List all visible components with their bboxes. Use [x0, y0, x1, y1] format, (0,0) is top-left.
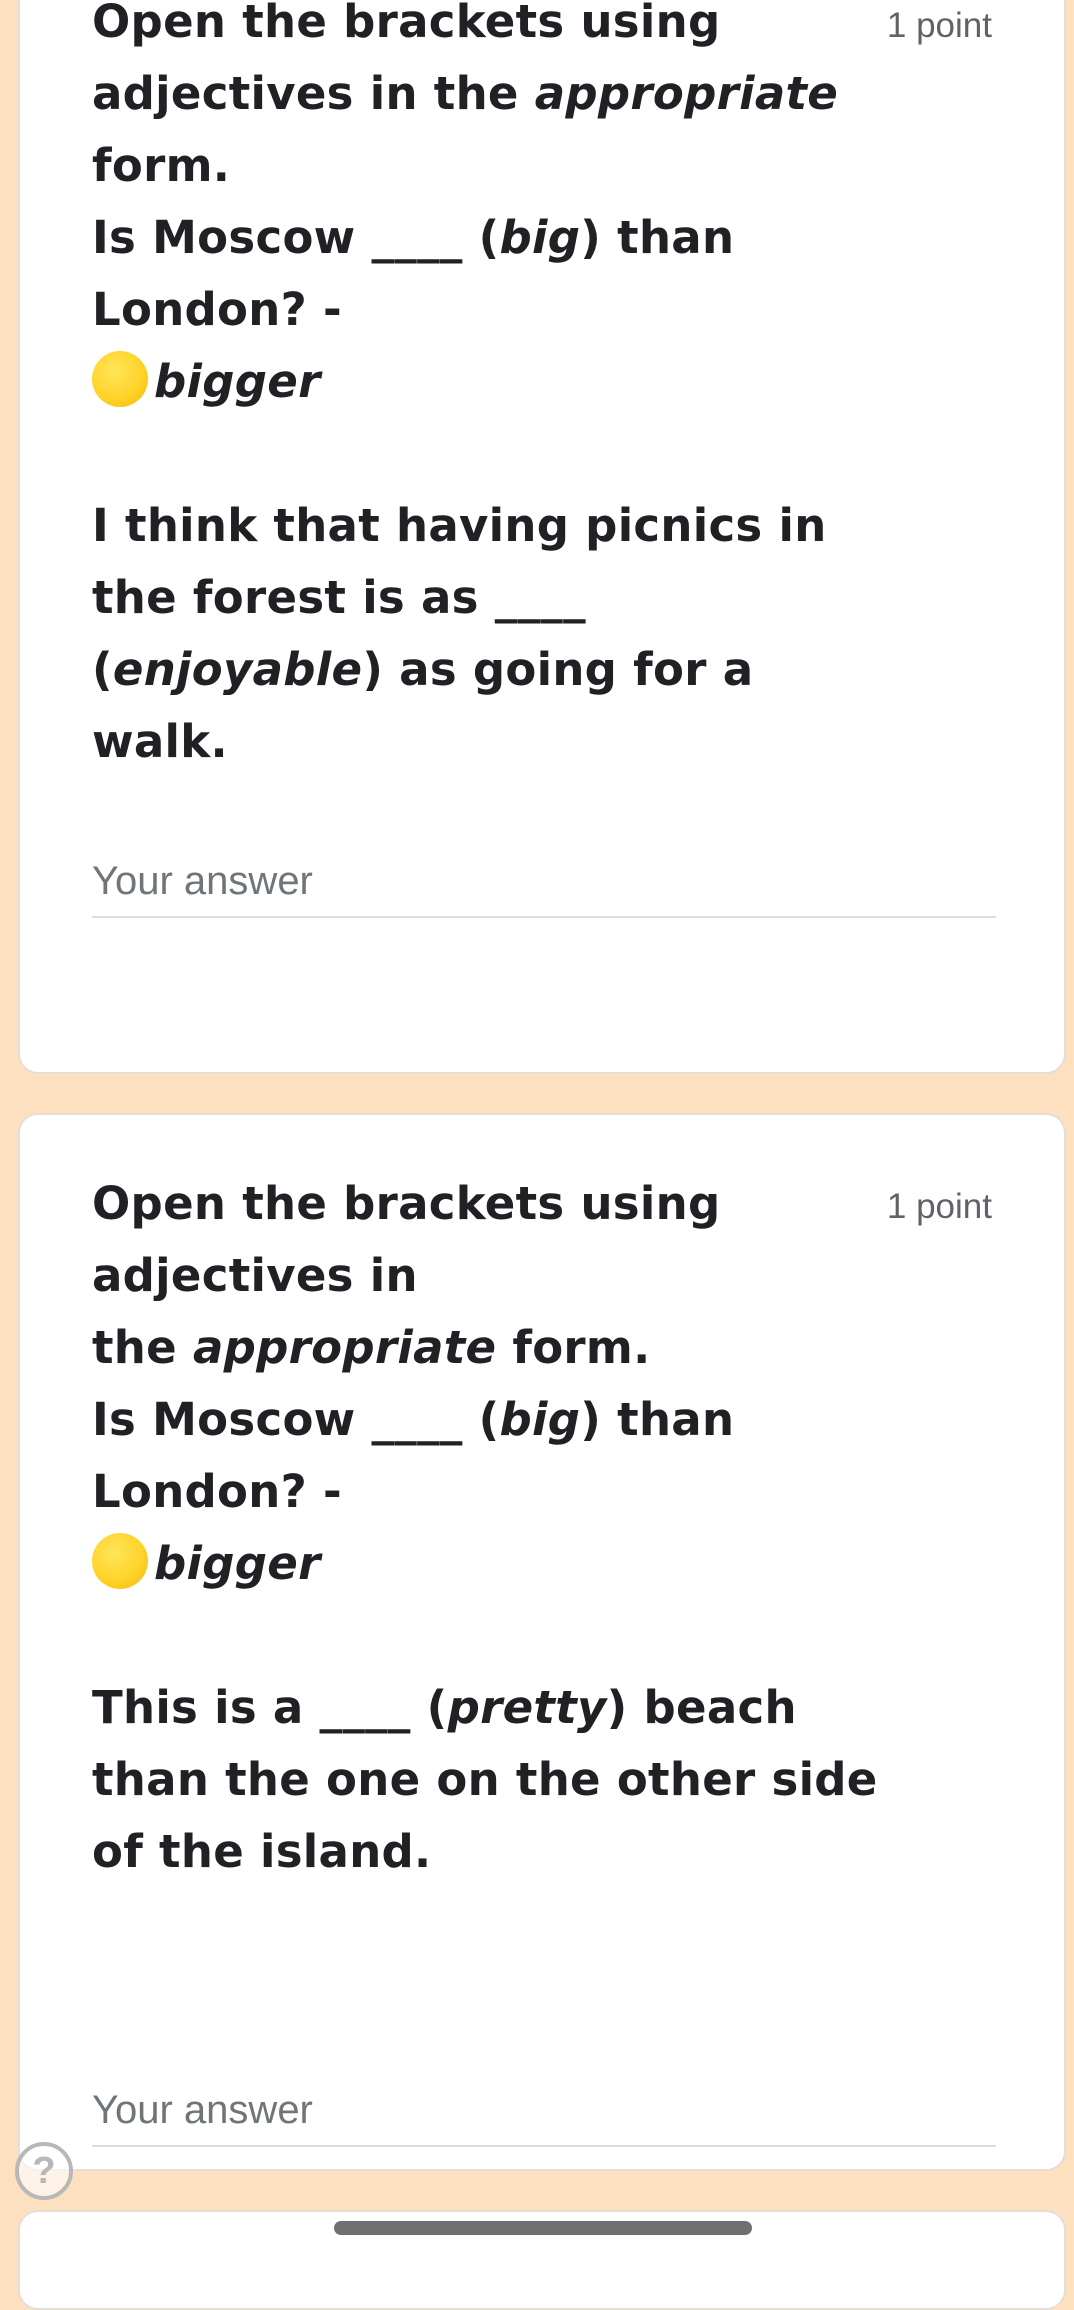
yellow-circle-emoji-icon: [92, 351, 148, 407]
question-card-1: Open the brackets using adjectives in the…: [18, 0, 1066, 1074]
text-segment: ) beach: [606, 1681, 797, 1734]
question-line: adjectives in: [92, 1240, 872, 1312]
text-segment: (: [92, 643, 113, 696]
text-segment: This is a ____ (: [92, 1681, 448, 1734]
italic-word: big: [499, 1393, 581, 1446]
text-segment: of the island.: [92, 1825, 432, 1878]
text-segment: walk.: [92, 715, 228, 768]
question-line: London? -: [92, 1456, 872, 1528]
italic-word: appropriate: [534, 67, 839, 120]
question-line: Open the brackets using: [92, 0, 872, 58]
italic-word: bigger: [154, 355, 321, 408]
question-text: Open the brackets using adjectives in the …: [92, 1168, 877, 1888]
text-segment: ) as going for a: [362, 643, 754, 696]
text-segment: adjectives in the: [92, 67, 535, 120]
home-indicator-bar: [334, 2221, 752, 2235]
question-line: Is Moscow ____ (big) than: [92, 1384, 872, 1456]
question-line: (enjoyable) as going for a: [92, 634, 872, 706]
yellow-circle-emoji-icon: [92, 1533, 148, 1589]
text-segment: Is Moscow ____ (: [92, 1393, 500, 1446]
italic-word: pretty: [447, 1681, 607, 1734]
question-line: This is a ____ (pretty) beach: [92, 1672, 872, 1744]
question-line: Is Moscow ____ (big) than: [92, 202, 872, 274]
question-line: I think that having picnics in: [92, 490, 872, 562]
question-text: Open the brackets using adjectives in the…: [92, 0, 872, 778]
text-segment: ) than: [580, 211, 735, 264]
text-segment: adjectives in: [92, 1249, 418, 1302]
text-segment: London? -: [92, 283, 342, 336]
italic-word: bigger: [154, 1537, 321, 1590]
italic-word: appropriate: [192, 1321, 497, 1374]
question-line: bigger: [92, 1528, 872, 1600]
text-segment: Open the brackets using: [92, 1177, 721, 1230]
text-segment: than the one on the other side: [92, 1753, 878, 1806]
text-segment: ) than: [580, 1393, 735, 1446]
answer-input[interactable]: [92, 846, 996, 918]
text-segment: the: [92, 1321, 193, 1374]
text-segment: form.: [496, 1321, 651, 1374]
italic-word: enjoyable: [112, 643, 363, 696]
text-segment: Is Moscow ____ (: [92, 211, 500, 264]
question-line: adjectives in the appropriate: [92, 58, 872, 130]
points-label: 1 point: [886, 1187, 992, 1226]
question-card-2: Open the brackets using adjectives in the …: [18, 1113, 1066, 2171]
question-line: Open the brackets using: [92, 1168, 872, 1240]
text-segment: I think that having picnics in: [92, 499, 827, 552]
text-segment: form.: [92, 139, 231, 192]
italic-word: big: [499, 211, 581, 264]
question-line: the forest is as ____: [92, 562, 872, 634]
question-line: than the one on the other side: [92, 1744, 877, 1816]
help-icon[interactable]: ?: [15, 2142, 73, 2200]
question-line: London? -: [92, 274, 872, 346]
text-segment: Open the brackets using: [92, 0, 721, 48]
question-line: the appropriate form.: [92, 1312, 872, 1384]
points-label: 1 point: [886, 6, 992, 45]
question-line: walk.: [92, 706, 872, 778]
text-segment: the forest is as ____: [92, 571, 586, 624]
answer-input[interactable]: [92, 2075, 996, 2147]
text-segment: London? -: [92, 1465, 342, 1518]
question-line: form.: [92, 130, 872, 202]
question-line: bigger: [92, 346, 872, 418]
question-line: of the island.: [92, 1816, 872, 1888]
